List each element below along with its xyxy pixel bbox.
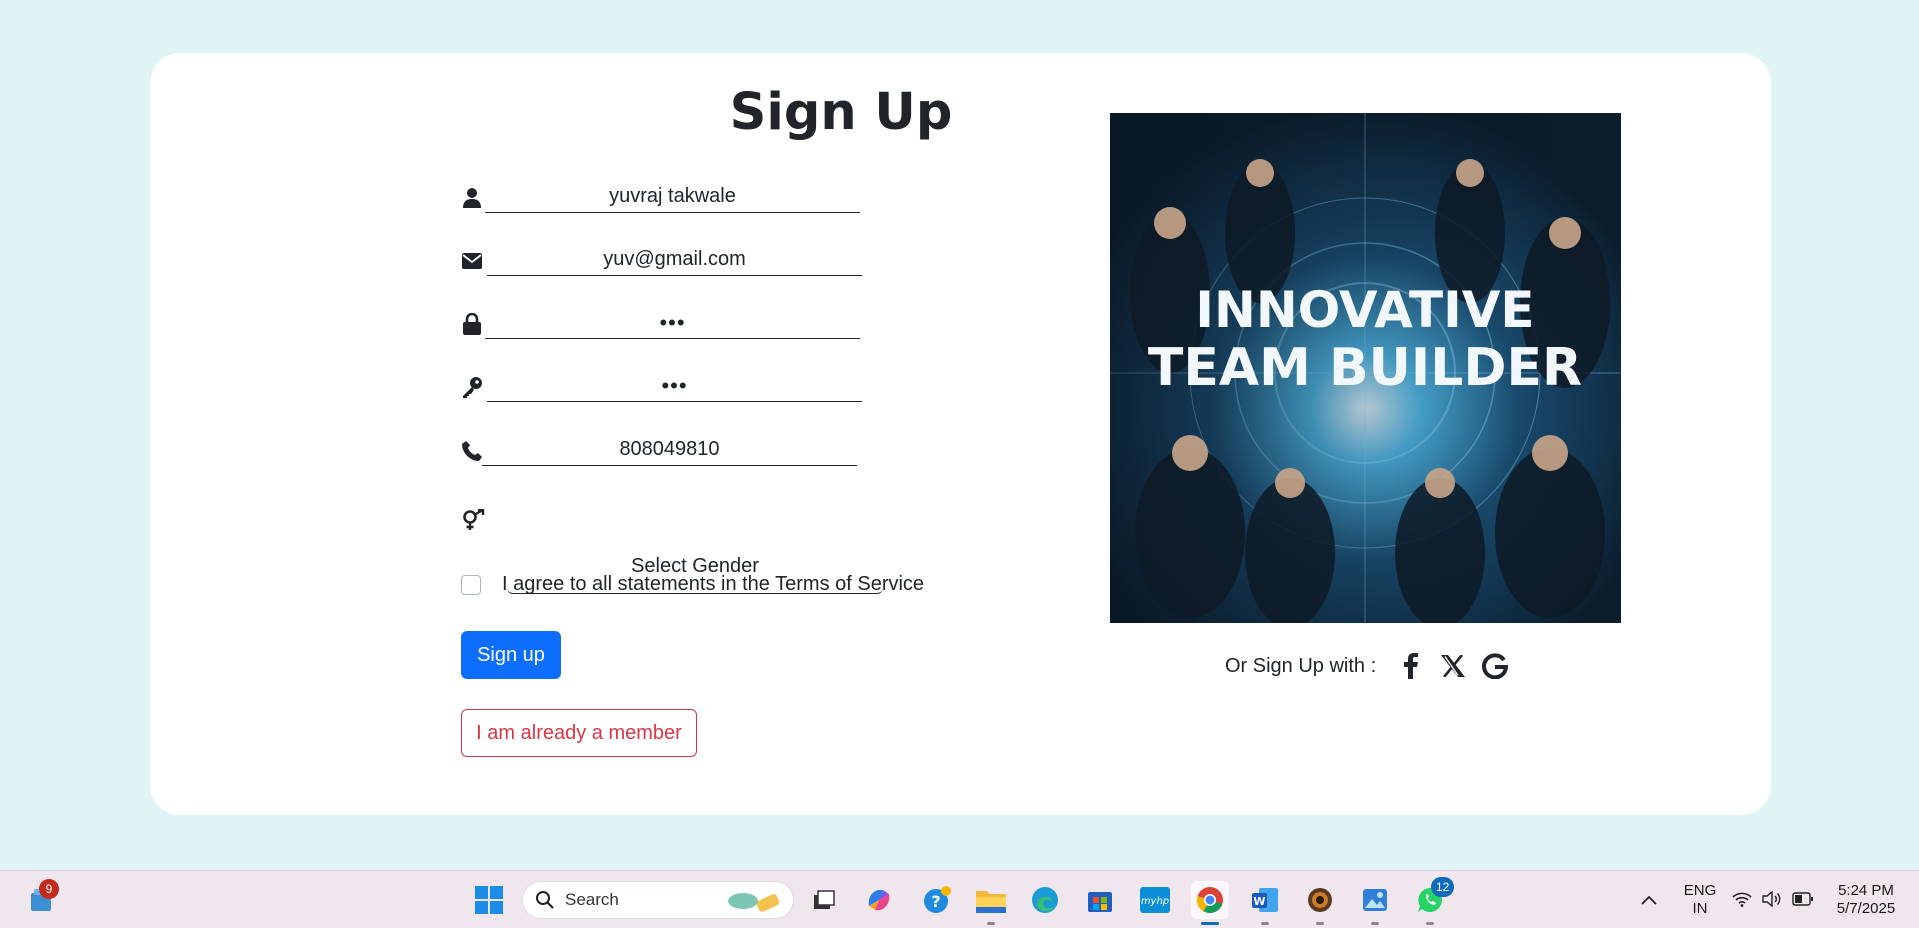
password-input[interactable] bbox=[485, 307, 860, 339]
edge-icon[interactable] bbox=[1026, 881, 1064, 919]
phone-input[interactable] bbox=[482, 434, 857, 466]
key-icon bbox=[461, 376, 483, 398]
copilot-icon[interactable] bbox=[860, 881, 898, 919]
myhp-icon[interactable]: myhp bbox=[1136, 881, 1174, 919]
whatsapp-badge: 12 bbox=[1431, 877, 1455, 897]
file-explorer-icon[interactable] bbox=[972, 881, 1010, 919]
start-button[interactable] bbox=[470, 881, 508, 919]
photos-running-indicator bbox=[1371, 922, 1379, 925]
language-code: ENG bbox=[1683, 882, 1717, 899]
confirm-password-input[interactable] bbox=[487, 370, 862, 402]
signup-button[interactable]: Sign up bbox=[461, 631, 561, 679]
task-view-button[interactable] bbox=[805, 881, 843, 919]
svg-text:W: W bbox=[1253, 895, 1265, 908]
whatsapp-running-indicator bbox=[1426, 922, 1434, 925]
language-region: IN bbox=[1692, 900, 1708, 917]
clock-time: 5:24 PM bbox=[1838, 882, 1894, 899]
battery-icon bbox=[1792, 892, 1814, 906]
svg-text:?: ? bbox=[931, 892, 940, 911]
hero-line2: TEAM BUILDER bbox=[1148, 338, 1582, 398]
lock-icon bbox=[461, 313, 483, 335]
word-running-indicator bbox=[1261, 922, 1269, 925]
x-twitter-icon[interactable] bbox=[1438, 651, 1468, 681]
hero-line1: INNOVATIVE bbox=[1195, 281, 1534, 339]
name-field-row bbox=[461, 177, 861, 217]
search-highlight-icon bbox=[725, 887, 785, 913]
already-member-button[interactable]: I am already a member bbox=[461, 709, 697, 757]
system-tray-icons[interactable] bbox=[1732, 891, 1814, 907]
svg-text:myhp: myhp bbox=[1141, 896, 1169, 907]
page-title: Sign Up bbox=[729, 83, 953, 142]
volume-icon bbox=[1762, 891, 1782, 907]
search-label: Search bbox=[565, 890, 619, 909]
wifi-icon bbox=[1732, 891, 1752, 907]
widgets-badge: 9 bbox=[39, 879, 59, 899]
terms-label: I agree to all statements in the Terms o… bbox=[502, 573, 925, 595]
hero-image: INNOVATIVE TEAM BUILDER bbox=[1110, 113, 1621, 623]
envelope-icon bbox=[461, 250, 483, 272]
chrome-active-indicator bbox=[1201, 922, 1219, 925]
email-input[interactable] bbox=[487, 244, 862, 276]
social-signup: Or Sign Up with : bbox=[1225, 651, 1625, 681]
social-label: Or Sign Up with : bbox=[1225, 654, 1377, 677]
taskbar: 9 Search ? myhp W 12 ENG IN 5:24 PM 5/7/… bbox=[0, 870, 1919, 928]
search-icon bbox=[535, 890, 555, 910]
phone-icon bbox=[461, 440, 483, 462]
email-field-row bbox=[461, 240, 862, 280]
terms-checkbox[interactable] bbox=[461, 574, 481, 595]
confirm-password-field-row bbox=[461, 366, 862, 406]
taskbar-search[interactable]: Search bbox=[522, 881, 794, 919]
file-explorer-running-indicator bbox=[987, 922, 995, 925]
chrome-icon[interactable] bbox=[1191, 881, 1229, 919]
phone-field-row bbox=[461, 430, 861, 470]
photos-icon[interactable] bbox=[1356, 881, 1394, 919]
get-help-icon[interactable]: ? bbox=[918, 881, 956, 919]
name-input[interactable] bbox=[485, 181, 860, 213]
password-field-row bbox=[461, 303, 861, 343]
chevron-up-icon[interactable] bbox=[1630, 881, 1668, 919]
signup-card: Sign Up Select Gender bbox=[150, 53, 1771, 815]
google-icon[interactable] bbox=[1480, 651, 1510, 681]
terms-row: I agree to all statements in the Terms o… bbox=[461, 573, 924, 596]
facebook-icon[interactable] bbox=[1396, 651, 1426, 681]
app-emblem-icon[interactable] bbox=[1301, 881, 1339, 919]
user-icon bbox=[461, 187, 483, 209]
language-indicator[interactable]: ENG IN bbox=[1680, 882, 1720, 918]
app-emblem-running-indicator bbox=[1316, 922, 1324, 925]
clock[interactable]: 5:24 PM 5/7/2025 bbox=[1826, 882, 1906, 918]
gender-icon bbox=[461, 507, 487, 533]
microsoft-store-icon[interactable] bbox=[1081, 881, 1119, 919]
word-icon[interactable]: W bbox=[1246, 881, 1284, 919]
clock-date: 5/7/2025 bbox=[1836, 900, 1896, 917]
